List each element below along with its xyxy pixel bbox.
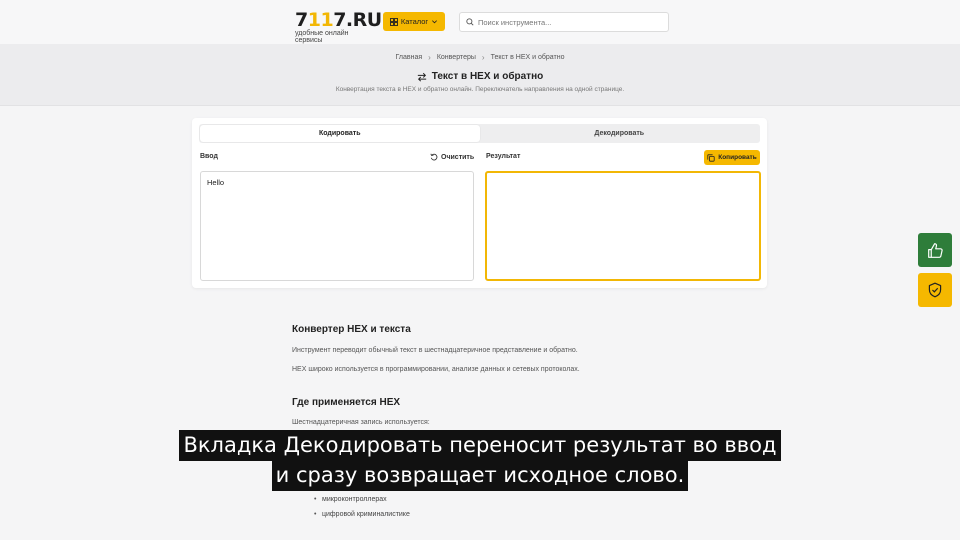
chevron-down-icon: [432, 20, 438, 24]
catalog-button[interactable]: Каталог: [383, 12, 445, 31]
output-label: Результат: [486, 153, 521, 160]
like-button[interactable]: [918, 233, 952, 267]
security-button[interactable]: [918, 273, 952, 307]
search-box[interactable]: [459, 12, 669, 32]
copy-button[interactable]: Копировать: [704, 150, 760, 165]
logo-tagline: удобные онлайн сервисы: [295, 30, 349, 44]
mode-tabs: Кодировать Декодировать: [199, 124, 760, 143]
chevron-right-icon: ›: [428, 53, 431, 62]
article-paragraph-2: HEX широко используется в программирован…: [292, 366, 580, 373]
page-hero: Главная › Конвертеры › Текст в HEX и обр…: [0, 44, 960, 106]
breadcrumb: Главная › Конвертеры › Текст в HEX и обр…: [0, 53, 960, 62]
chevron-right-icon: ›: [481, 53, 485, 62]
shield-check-icon: [928, 282, 942, 298]
breadcrumb-item-home[interactable]: Главная: [396, 54, 423, 61]
list-item: микроконтроллерах: [314, 496, 387, 503]
logo-text: 7117.RU: [295, 9, 382, 31]
input-textarea[interactable]: Hello: [200, 171, 474, 281]
search-icon: [466, 18, 474, 26]
breadcrumb-item-converters[interactable]: Конвертеры: [437, 54, 476, 61]
grid-icon: [389, 17, 398, 26]
input-label: Ввод: [200, 153, 218, 160]
video-subtitle-line-1: Вкладка Декодировать переносит результат…: [0, 430, 960, 461]
tab-encode[interactable]: Кодировать: [200, 125, 480, 142]
article-paragraph-3: Шестнадцатеричная запись используется:: [292, 419, 430, 426]
page-title-text: Текст в HEX и обратно: [431, 71, 544, 82]
reset-icon: [430, 153, 438, 161]
catalog-label: Каталог: [400, 17, 429, 26]
thumbs-up-icon: [927, 242, 943, 258]
search-input[interactable]: [478, 17, 658, 27]
article-paragraph-1: Инструмент переводит обычный текст в шес…: [292, 347, 578, 354]
video-subtitle-line-2: и сразу возвращает исходное слово.: [0, 460, 960, 491]
swap-arrows-icon: [417, 72, 426, 82]
output-textarea[interactable]: [485, 171, 761, 281]
list-item: цифровой криминалистике: [314, 511, 410, 518]
article-heading-1: Конвертер HEX и текста: [292, 324, 411, 335]
converter-card: Кодировать Декодировать Ввод Очистить Ре…: [192, 118, 767, 288]
copy-label: Копировать: [718, 154, 757, 161]
page-title: Текст в HEX и обратно: [0, 71, 960, 82]
clear-label: Очистить: [441, 153, 475, 161]
article-heading-2: Где применяется HEX: [292, 397, 401, 408]
breadcrumb-item-current: Текст в HEX и обратно: [490, 54, 565, 61]
page-description: Конвертация текста в HEX и обратно онлай…: [335, 86, 625, 93]
site-logo[interactable]: 7117.RU удобные онлайн сервисы: [295, 9, 382, 44]
copy-icon: [707, 153, 715, 162]
tab-decode[interactable]: Декодировать: [480, 125, 760, 142]
clear-button[interactable]: Очистить: [430, 153, 474, 161]
site-header: 7117.RU удобные онлайн сервисы Каталог: [0, 0, 960, 44]
